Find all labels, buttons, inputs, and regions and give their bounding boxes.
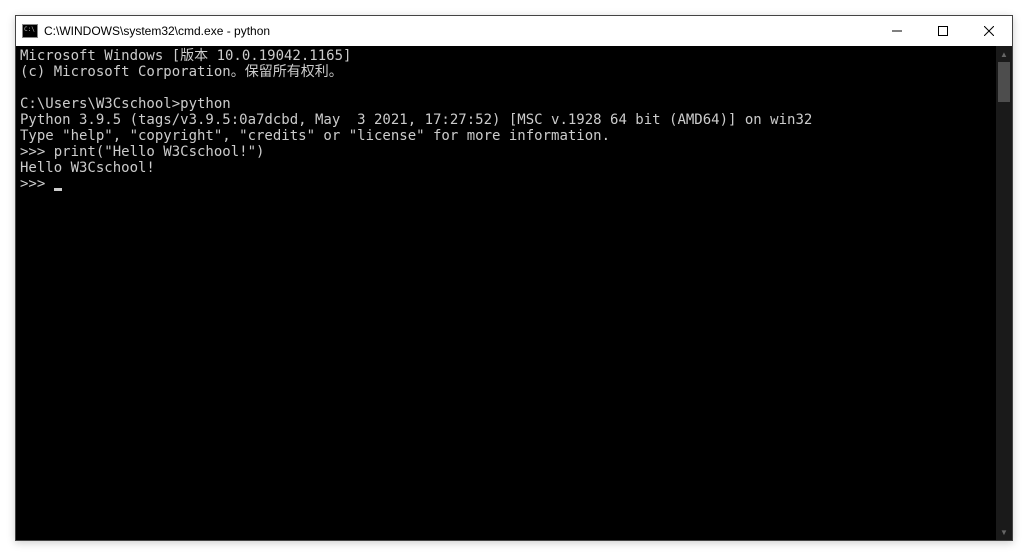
cursor	[54, 188, 62, 191]
terminal-prompt: >>>	[20, 176, 54, 192]
terminal-line: Microsoft Windows [版本 10.0.19042.1165]	[20, 48, 351, 64]
terminal-area: Microsoft Windows [版本 10.0.19042.1165] (…	[16, 46, 1012, 540]
scrollbar[interactable]: ▲ ▼	[996, 46, 1012, 540]
terminal[interactable]: Microsoft Windows [版本 10.0.19042.1165] (…	[16, 46, 996, 540]
titlebar[interactable]: C:\WINDOWS\system32\cmd.exe - python	[16, 16, 1012, 46]
scroll-up-icon[interactable]: ▲	[996, 46, 1012, 62]
terminal-line: C:\Users\W3Cschool>python	[20, 96, 231, 112]
minimize-icon	[892, 26, 902, 36]
terminal-line: Python 3.9.5 (tags/v3.9.5:0a7dcbd, May 3…	[20, 112, 812, 128]
close-button[interactable]	[966, 16, 1012, 46]
terminal-line: Hello W3Cschool!	[20, 160, 155, 176]
minimize-button[interactable]	[874, 16, 920, 46]
terminal-line: (c) Microsoft Corporation。保留所有权利。	[20, 64, 343, 80]
cmd-window: C:\WINDOWS\system32\cmd.exe - python Mic…	[15, 15, 1013, 541]
maximize-icon	[938, 26, 948, 36]
window-controls	[874, 16, 1012, 46]
window-title: C:\WINDOWS\system32\cmd.exe - python	[44, 24, 874, 38]
scroll-down-icon[interactable]: ▼	[996, 524, 1012, 540]
terminal-line: >>> print("Hello W3Cschool!")	[20, 144, 264, 160]
scrollbar-thumb[interactable]	[998, 62, 1010, 102]
terminal-line: Type "help", "copyright", "credits" or "…	[20, 128, 610, 144]
close-icon	[984, 26, 994, 36]
maximize-button[interactable]	[920, 16, 966, 46]
cmd-icon	[22, 24, 38, 38]
